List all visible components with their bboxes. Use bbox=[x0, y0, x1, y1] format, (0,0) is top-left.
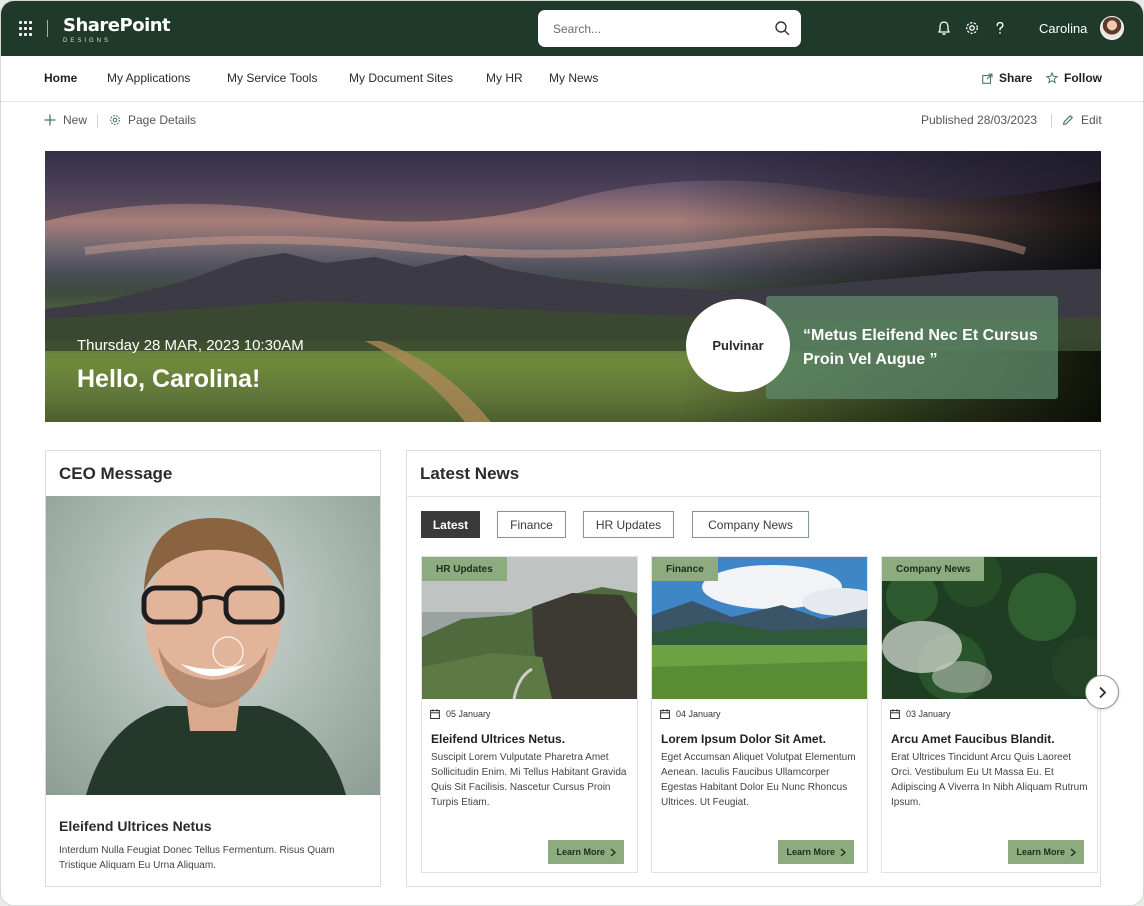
quote-box: “Metus Eleifend Nec Et Cursus Proin Vel … bbox=[766, 296, 1058, 399]
hero-greeting: Hello, Carolina! bbox=[77, 365, 261, 393]
share-icon bbox=[982, 72, 993, 84]
nav-item-my-service-tools[interactable]: My Service Tools bbox=[227, 71, 317, 85]
page-details-button[interactable]: Page Details bbox=[109, 113, 196, 127]
news-body: Suscipit Lorem Vulputate Pharetra Amet S… bbox=[431, 752, 627, 808]
divider bbox=[47, 20, 48, 37]
news-date: 04 January bbox=[660, 709, 721, 719]
help-icon[interactable] bbox=[992, 20, 1008, 36]
carousel-next-button[interactable] bbox=[1085, 675, 1119, 709]
search-input[interactable] bbox=[553, 21, 763, 36]
site-navigation: Home My Applications My Service Tools My… bbox=[1, 56, 1143, 102]
news-card[interactable]: HR Updates 05 January Eleifend Ultrices … bbox=[421, 556, 638, 873]
ceo-photo bbox=[46, 496, 380, 795]
user-name[interactable]: Carolina bbox=[1039, 21, 1087, 36]
news-image: HR Updates bbox=[422, 557, 637, 699]
command-bar: New Page Details Published 28/03/2023 Ed… bbox=[1, 102, 1143, 140]
follow-button[interactable]: Follow bbox=[1046, 71, 1102, 85]
ceo-title: CEO Message bbox=[59, 464, 173, 483]
nav-item-my-news[interactable]: My News bbox=[549, 71, 598, 85]
tab-finance[interactable]: Finance bbox=[497, 511, 566, 538]
category-badge: Finance bbox=[652, 557, 718, 581]
news-body: Erat Ultrices Tincidunt Arcu Quis Laoree… bbox=[891, 752, 1088, 808]
avatar[interactable] bbox=[1100, 16, 1124, 40]
news-date-text: 05 January bbox=[446, 709, 491, 719]
settings-icon bbox=[110, 115, 120, 125]
news-card[interactable]: Finance 04 January Lorem Ipsum Dolor Sit… bbox=[651, 556, 868, 873]
share-label: Share bbox=[999, 71, 1033, 85]
plus-icon bbox=[44, 114, 56, 126]
news-title: Latest News bbox=[420, 464, 520, 483]
news-headline[interactable]: Eleifend Ultrices Netus. bbox=[431, 732, 565, 746]
news-date: 03 January bbox=[890, 709, 951, 719]
tab-hr-updates[interactable]: HR Updates bbox=[583, 511, 674, 538]
hero-circle-label[interactable]: Pulvinar bbox=[686, 299, 790, 392]
published-date: Published 28/03/2023 bbox=[921, 113, 1038, 127]
bell-icon[interactable] bbox=[936, 20, 952, 36]
learn-more-button[interactable]: Learn More bbox=[1008, 840, 1084, 864]
pencil-icon bbox=[1062, 115, 1073, 126]
ceo-message-card: CEO Message Eleifend Ultrices Netus Inte… bbox=[45, 450, 381, 887]
tab-company-news[interactable]: Company News bbox=[692, 511, 809, 538]
news-headline[interactable]: Lorem Ipsum Dolor Sit Amet. bbox=[661, 732, 826, 746]
learn-more-button[interactable]: Learn More bbox=[548, 840, 624, 864]
news-date: 05 January bbox=[430, 709, 491, 719]
star-icon bbox=[1046, 72, 1058, 84]
news-headline[interactable]: Arcu Amet Faucibus Blandit. bbox=[891, 732, 1055, 746]
quote-text: “Metus Eleifend Nec Et Cursus Proin Vel … bbox=[803, 327, 1038, 368]
chevron-right-icon bbox=[840, 847, 846, 857]
news-date-text: 03 January bbox=[906, 709, 951, 719]
ceo-portrait-image bbox=[86, 517, 346, 795]
learn-more-label: Learn More bbox=[786, 847, 835, 857]
learn-more-button[interactable]: Learn More bbox=[778, 840, 854, 864]
divider bbox=[407, 496, 1100, 497]
ceo-message-text: Interdum Nulla Feugiat Donec Tellus Ferm… bbox=[59, 845, 335, 871]
app-window: SharePoint DESIGNS Carolina Home My Appl… bbox=[0, 0, 1144, 906]
calendar-icon bbox=[660, 709, 670, 719]
search-icon[interactable] bbox=[774, 20, 790, 36]
new-button[interactable]: New bbox=[44, 113, 87, 127]
category-badge: Company News bbox=[882, 557, 985, 581]
edit-label: Edit bbox=[1081, 113, 1102, 127]
divider bbox=[1051, 114, 1052, 128]
news-image: Company News bbox=[882, 557, 1097, 699]
gear-icon[interactable] bbox=[964, 20, 980, 36]
divider bbox=[97, 114, 98, 128]
nav-item-my-document-sites[interactable]: My Document Sites bbox=[349, 71, 453, 85]
category-badge: HR Updates bbox=[422, 557, 507, 581]
follow-label: Follow bbox=[1064, 71, 1102, 85]
calendar-icon bbox=[430, 709, 440, 719]
logo[interactable]: SharePoint DESIGNS bbox=[63, 15, 171, 44]
search-box[interactable] bbox=[538, 10, 801, 47]
hero-datetime: Thursday 28 MAR, 2023 10:30AM bbox=[77, 337, 304, 354]
calendar-icon bbox=[890, 709, 900, 719]
new-label: New bbox=[63, 113, 88, 127]
logo-subtext: DESIGNS bbox=[63, 38, 112, 44]
ceo-name: Eleifend Ultrices Netus bbox=[59, 818, 212, 834]
news-body: Eget Accumsan Aliquet Volutpat Elementum… bbox=[661, 752, 856, 808]
learn-more-label: Learn More bbox=[556, 847, 605, 857]
share-button[interactable]: Share bbox=[982, 71, 1032, 85]
news-date-text: 04 January bbox=[676, 709, 721, 719]
app-launcher-icon[interactable] bbox=[19, 21, 35, 37]
chevron-right-icon bbox=[610, 847, 616, 857]
chevron-right-icon bbox=[1098, 686, 1106, 698]
logo-text: SharePoint bbox=[63, 15, 171, 36]
page-details-label: Page Details bbox=[128, 113, 197, 127]
top-bar: SharePoint DESIGNS Carolina bbox=[1, 1, 1143, 56]
news-card[interactable]: Company News 03 January Arcu Amet Faucib… bbox=[881, 556, 1098, 873]
chevron-right-icon bbox=[1070, 847, 1076, 857]
tab-latest[interactable]: Latest bbox=[421, 511, 480, 538]
latest-news-panel: Latest News Latest Finance HR Updates Co… bbox=[406, 450, 1101, 887]
edit-button[interactable]: Edit bbox=[1062, 113, 1102, 127]
nav-item-my-applications[interactable]: My Applications bbox=[107, 71, 190, 85]
hero-banner: Thursday 28 MAR, 2023 10:30AM Hello, Car… bbox=[45, 151, 1101, 422]
learn-more-label: Learn More bbox=[1016, 847, 1065, 857]
nav-item-my-hr[interactable]: My HR bbox=[486, 71, 523, 85]
news-image: Finance bbox=[652, 557, 867, 699]
nav-item-home[interactable]: Home bbox=[44, 71, 77, 85]
